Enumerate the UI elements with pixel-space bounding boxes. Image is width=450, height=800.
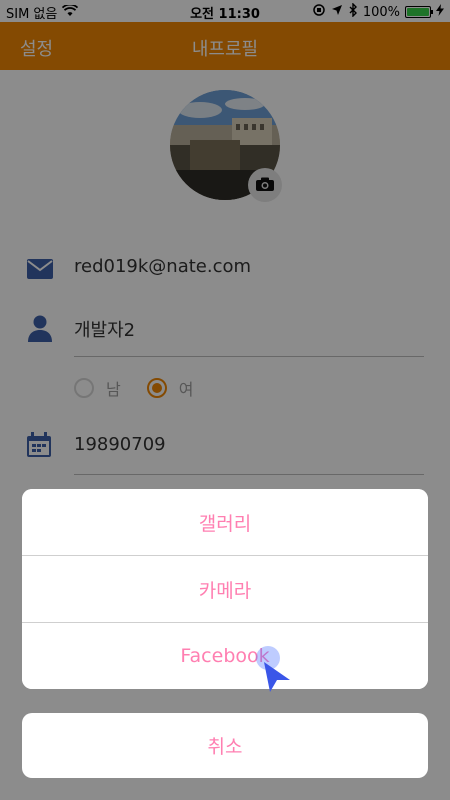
- gallery-option[interactable]: 갤러리: [22, 489, 428, 555]
- cancel-button[interactable]: 취소: [22, 713, 428, 778]
- camera-option[interactable]: 카메라: [22, 555, 428, 622]
- cursor-arrow-icon: [262, 660, 292, 698]
- facebook-option[interactable]: Facebook: [22, 622, 428, 689]
- photo-source-action-sheet: 갤러리 카메라 Facebook: [22, 489, 428, 689]
